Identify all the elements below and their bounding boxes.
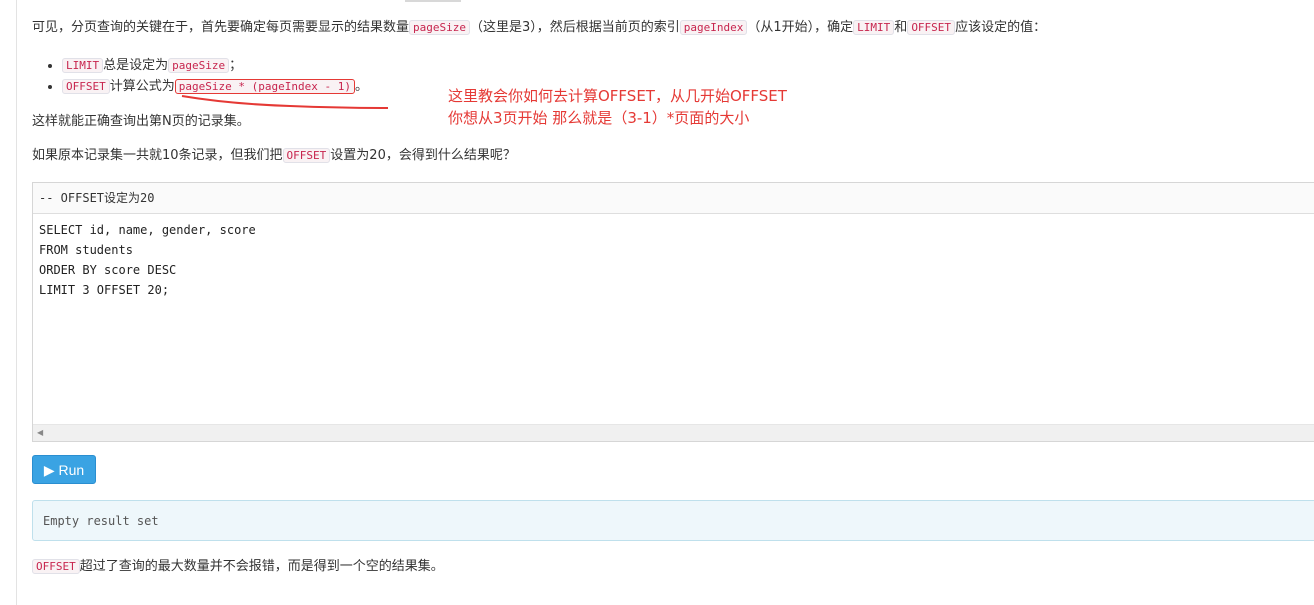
inline-code: OFFSET — [62, 79, 110, 94]
inline-code: pageSize — [168, 58, 230, 73]
inline-code: LIMIT — [62, 58, 104, 73]
text: ； — [229, 58, 243, 73]
editor-code[interactable]: SELECT id, name, gender, score FROM stud… — [33, 214, 1314, 300]
run-button[interactable]: ▶ Run — [32, 455, 96, 484]
text: 总是设定为 — [103, 58, 169, 73]
paragraph-conclusion: OFFSET 超过了查询的最大数量并不会报错，而是得到一个空的结果集。 — [32, 558, 444, 576]
text: （这里是3），然后根据当前页的索引 — [470, 20, 680, 35]
play-icon: ▶ — [43, 462, 55, 478]
text: （从1开始），确定 — [747, 20, 854, 35]
text: 计算公式为 — [109, 79, 175, 94]
inline-code: pageSize — [409, 20, 470, 35]
text: 如果原本记录集一共就10条记录，但我们把 — [32, 148, 283, 163]
inline-code: OFFSET — [907, 20, 956, 35]
left-border — [16, 0, 17, 605]
text: 和 — [894, 20, 908, 35]
list-item: LIMIT总是设定为pageSize； — [62, 55, 368, 76]
text: 应该设定的值： — [955, 20, 1047, 35]
annotation-line-1: 这里教会你如何去计算OFFSET，从几开始OFFSET — [448, 87, 787, 105]
editor-comment[interactable]: -- OFFSET设定为20 — [33, 183, 1314, 214]
paragraph-question: 如果原本记录集一共就10条记录，但我们把 OFFSET 设置为20，会得到什么结果呢… — [32, 147, 516, 165]
run-button-label: Run — [58, 462, 85, 478]
text: 设置为20，会得到什么结果呢？ — [330, 148, 516, 163]
top-tab-indicator — [405, 0, 461, 2]
paragraph-intro: 可见，分页查询的关键在于，首先要确定每页需要显示的结果数量 pageSize （这里… — [32, 19, 1046, 37]
bullet-list: LIMIT总是设定为pageSize； OFFSET计算公式为pageSize … — [42, 55, 368, 97]
scroll-left-arrow-icon[interactable]: ◀ — [37, 428, 43, 437]
inline-code: pageIndex — [679, 20, 748, 35]
inline-code: OFFSET — [32, 559, 80, 574]
sql-editor[interactable]: -- OFFSET设定为20 SELECT id, name, gender, … — [32, 182, 1314, 442]
inline-code: OFFSET — [282, 148, 331, 163]
text: 超过了查询的最大数量并不会报错，而是得到一个空的结果集。 — [79, 559, 444, 574]
inline-code: LIMIT — [853, 20, 895, 35]
result-box: Empty result set — [32, 500, 1314, 541]
annotation-line-2: 你想从3页开始 那么就是（3-1）*页面的大小 — [448, 109, 750, 127]
horizontal-scrollbar[interactable]: ◀ — [33, 424, 1314, 441]
paragraph-result: 这样就能正确查询出第N页的记录集。 — [32, 114, 250, 129]
text: 可见，分页查询的关键在于，首先要确定每页需要显示的结果数量 — [32, 20, 410, 35]
